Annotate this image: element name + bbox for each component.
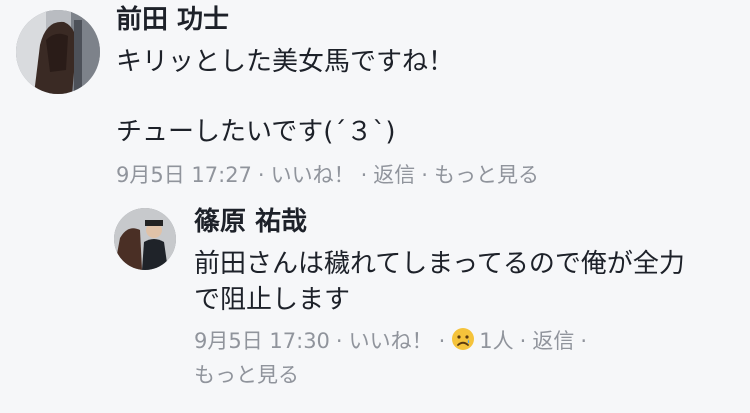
comment-author-name[interactable]: 前田 功士 [116,4,229,36]
meta-separator: · [580,329,588,353]
comment-timestamp[interactable]: 9月5日 17:27 [116,160,252,190]
more-button[interactable]: もっと見る [434,160,539,190]
like-button[interactable]: いいね！ [349,326,433,356]
reaction-count[interactable]: 1人 [479,326,513,356]
reply-button[interactable]: 返信 [373,160,415,190]
avatar[interactable] [114,208,176,270]
reply-timestamp[interactable]: 9月5日 17:30 [194,326,330,356]
meta-separator: · [335,329,343,353]
comment-text-line: キリッとした美女馬ですね！ [116,47,455,77]
meta-separator: · [438,329,446,353]
comment-meta: 9月5日 17:27 · いいね！ · 返信 · もっと見る [116,160,539,190]
reply-meta: 9月5日 17:30 · いいね！ · 1人 · 返信 · [194,326,593,359]
meta-separator: · [257,163,265,187]
like-button[interactable]: いいね！ [271,160,355,190]
reply-author-name[interactable]: 篠原 祐哉 [194,206,307,238]
comment-text-line: チューしたいです(´３`) [116,117,396,147]
sad-emoji-icon[interactable] [451,327,475,359]
reply-button[interactable]: 返信 [532,326,574,356]
meta-separator: · [519,329,527,353]
avatar[interactable] [16,10,100,94]
reply-text-line: で阻止します [194,285,351,315]
more-button[interactable]: もっと見る [194,360,299,390]
meta-separator: · [421,163,428,187]
meta-separator: · [360,163,368,187]
reply-meta-continued: もっと見る [194,360,299,390]
